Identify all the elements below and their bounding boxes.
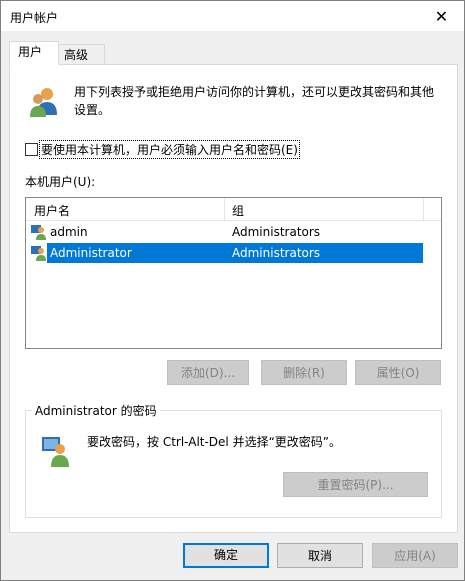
column-header-group[interactable]: 组: [232, 202, 244, 219]
user-key-icon: [42, 435, 72, 470]
close-button[interactable]: ✕: [419, 1, 464, 31]
checkbox-box[interactable]: [25, 143, 38, 156]
row-group: Administrators: [232, 225, 321, 239]
require-login-checkbox[interactable]: 要使用本计算机，用户必须输入用户名和密码(E): [25, 140, 300, 159]
window-title: 用户帐户: [10, 11, 59, 25]
intro-text: 用下列表授予或拒绝用户访问你的计算机，还可以更改其密码和其他设置。: [74, 85, 435, 117]
tab-users-label: 用户: [18, 45, 43, 59]
list-header: 用户名 组: [26, 198, 441, 221]
tab-advanced[interactable]: 高级: [55, 44, 105, 66]
title-bar: 用户帐户 ✕: [1, 1, 464, 31]
column-header-username[interactable]: 用户名: [34, 202, 70, 219]
ok-button[interactable]: 确定: [183, 543, 269, 568]
password-groupbox: Administrator 的密码 要改密码，按 Ctrl-Alt-Del 并选…: [25, 402, 442, 518]
user-icon: [31, 245, 47, 267]
local-users-label: 本机用户(U):: [25, 175, 96, 189]
row-username: admin: [50, 225, 88, 239]
reset-password-button[interactable]: 重置密码(P)...: [283, 472, 428, 497]
row-username: Administrator: [47, 243, 226, 263]
close-icon: ✕: [434, 6, 449, 26]
apply-button[interactable]: 应用(A): [372, 543, 458, 568]
column-separator[interactable]: [423, 198, 424, 220]
user-accounts-window: 用户帐户 ✕ 用户 高级 用下列表授予或拒绝用户访问你的计算机，还可以更改其密码…: [0, 0, 465, 581]
require-login-label: 要使用本计算机，用户必须输入用户名和密码(E): [39, 140, 300, 159]
table-row-selected[interactable]: Administrator Administrators: [26, 243, 423, 263]
password-group-title: Administrator 的密码: [32, 402, 160, 419]
cancel-button[interactable]: 取消: [277, 543, 363, 568]
password-hint-text: 要改密码，按 Ctrl-Alt-Del 并选择“更改密码”。: [87, 435, 342, 449]
users-list[interactable]: 用户名 组 admin Administrators Administrator…: [25, 197, 442, 349]
column-separator[interactable]: [224, 198, 225, 220]
remove-button[interactable]: 删除(R): [261, 360, 347, 385]
users-icon: [27, 85, 61, 122]
row-group: Administrators: [226, 243, 423, 263]
properties-button[interactable]: 属性(O): [355, 360, 441, 385]
tab-advanced-label: 高级: [64, 48, 89, 62]
tab-users[interactable]: 用户: [9, 41, 59, 65]
users-tab-panel: 用下列表授予或拒绝用户访问你的计算机，还可以更改其密码和其他设置。 要使用本计算…: [9, 64, 458, 533]
add-button[interactable]: 添加(D)...: [167, 360, 249, 385]
table-row[interactable]: admin Administrators: [26, 222, 423, 242]
